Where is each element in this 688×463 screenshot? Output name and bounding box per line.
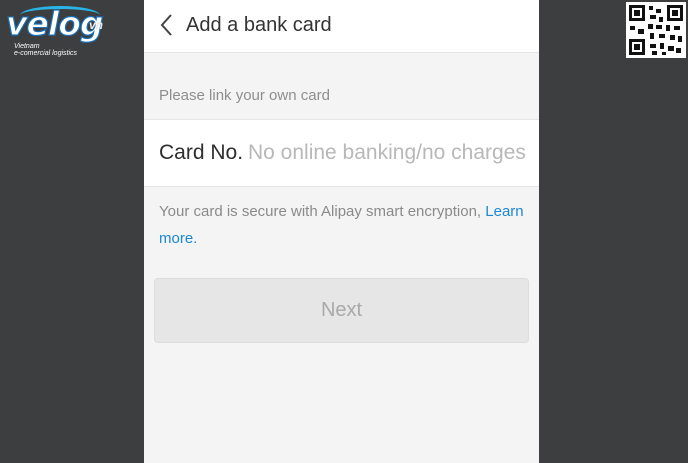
app-screen: Add a bank card Please link your own car…: [144, 0, 539, 463]
chevron-left-icon[interactable]: [158, 12, 176, 38]
logo-suffix: vn: [89, 18, 104, 32]
security-notice-text: Your card is secure with Alipay smart en…: [159, 203, 486, 220]
page-title: Add a bank card: [186, 14, 332, 36]
logo-tagline: e-comercial logistics: [14, 50, 78, 57]
next-button[interactable]: Next: [154, 278, 529, 343]
security-notice: Your card is secure with Alipay smart en…: [159, 198, 527, 252]
link-card-hint: Please link your own card: [159, 87, 330, 104]
qr-code: [626, 2, 686, 58]
navigation-header: Add a bank card: [144, 0, 539, 53]
velog-watermark-logo: velog vn Vietnam e-comercial logistics: [5, 3, 118, 58]
card-number-row: Card No.: [144, 119, 539, 187]
card-number-input[interactable]: [248, 137, 528, 169]
card-number-label: Card No.: [159, 141, 244, 164]
